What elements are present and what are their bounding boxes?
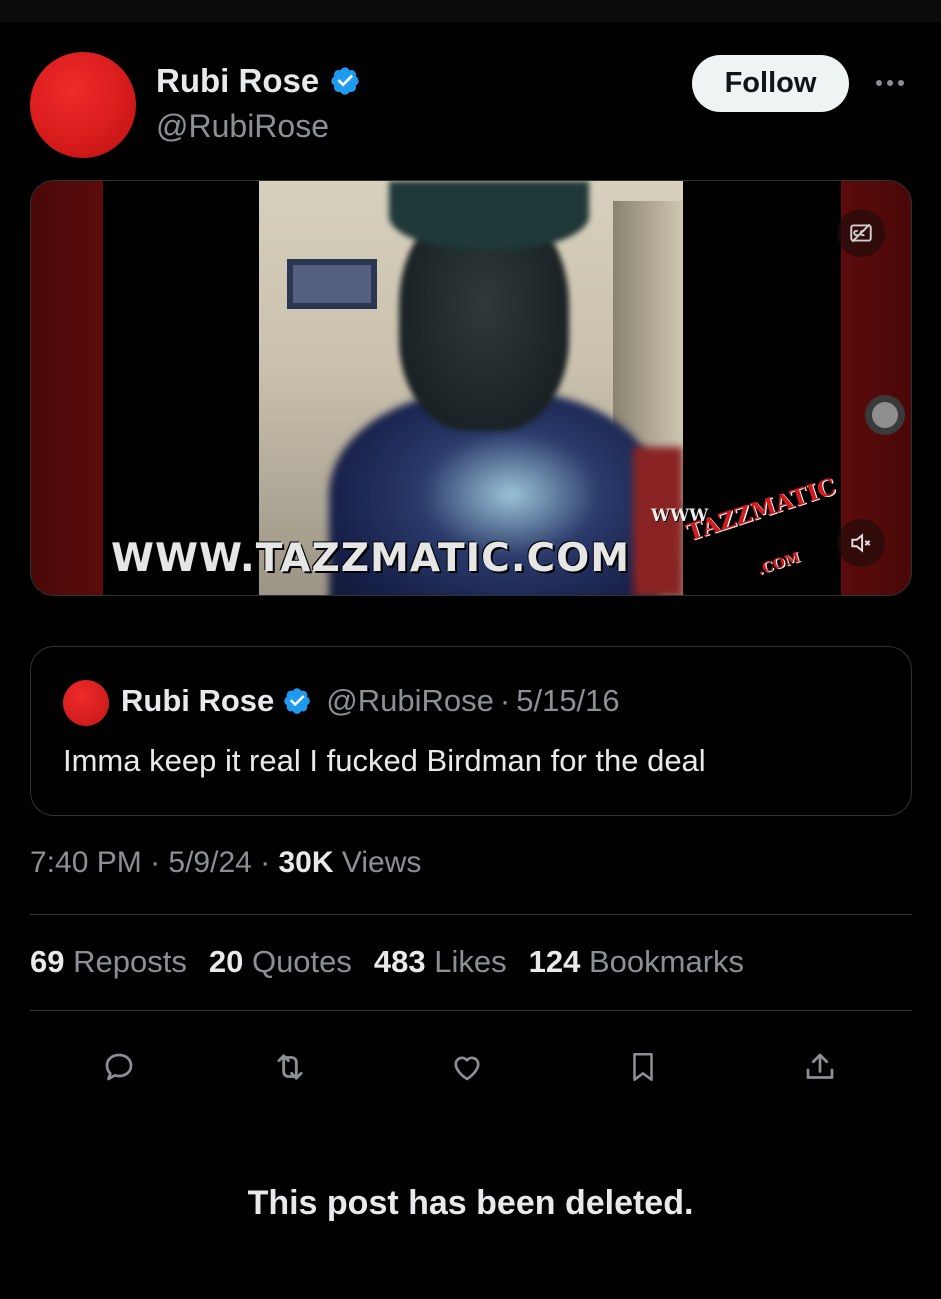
quoted-display-name: Rubi Rose (121, 683, 275, 718)
follow-button[interactable]: Follow (692, 55, 849, 112)
video-watermark: WWW.TAZZMATIC.COM (111, 536, 631, 581)
stat-likes[interactable]: 483 Likes (374, 944, 507, 980)
post-date[interactable]: 5/9/24 (168, 846, 251, 879)
divider (30, 1010, 912, 1011)
divider (30, 914, 912, 915)
quoted-header: Rubi Rose @RubiRose · 5/15/16 (121, 683, 620, 719)
verified-badge-icon (331, 67, 359, 95)
post-timestamp-row: 7:40 PM · 5/9/24 · 30K Views (30, 846, 422, 879)
stat-reposts[interactable]: 69 Reposts (30, 944, 187, 980)
engagement-stats: 69 Reposts 20 Quotes 483 Likes 124 Bookm… (30, 944, 744, 980)
bookmark-icon[interactable] (616, 1040, 670, 1094)
quoted-date: 5/15/16 (516, 683, 620, 718)
quoted-handle: @RubiRose (326, 683, 494, 718)
views-label: Views (341, 846, 422, 879)
verified-badge-icon (284, 688, 311, 714)
wall-picture (287, 259, 377, 309)
action-bar (30, 1040, 912, 1094)
quoted-avatar (63, 680, 109, 726)
reply-icon[interactable] (92, 1040, 146, 1094)
share-icon[interactable] (793, 1040, 847, 1094)
more-options-icon[interactable] (868, 66, 912, 100)
volume-muted-icon[interactable] (837, 519, 885, 567)
quoted-post[interactable]: Rubi Rose @RubiRose · 5/15/16 Imma keep it… (30, 646, 912, 816)
post-time[interactable]: 7:40 PM (30, 846, 142, 879)
avatar[interactable] (30, 52, 136, 158)
video-frame (259, 181, 683, 595)
video-player[interactable]: WWW.TAZZMATIC.COM WWW. TAZZMATIC .COM (30, 180, 912, 596)
like-icon[interactable] (440, 1040, 494, 1094)
quoted-text: Imma keep it real I fucked Birdman for t… (63, 743, 706, 778)
quoted-separator: · (499, 683, 511, 718)
author-display-name[interactable]: Rubi Rose (156, 62, 319, 100)
status-bar-strip (0, 0, 941, 22)
views-count: 30K (278, 846, 334, 879)
quoted-meta: @RubiRose · 5/15/16 (326, 683, 619, 719)
author-name-row[interactable]: Rubi Rose (156, 62, 361, 100)
scrubber-handle[interactable] (865, 395, 905, 435)
repost-icon[interactable] (263, 1040, 317, 1094)
stat-quotes[interactable]: 20 Quotes (209, 944, 352, 980)
author-handle[interactable]: @RubiRose (156, 108, 329, 145)
captions-off-icon[interactable] (837, 209, 885, 257)
stat-bookmarks[interactable]: 124 Bookmarks (529, 944, 744, 980)
deleted-notice: This post has been deleted. (247, 1184, 694, 1222)
